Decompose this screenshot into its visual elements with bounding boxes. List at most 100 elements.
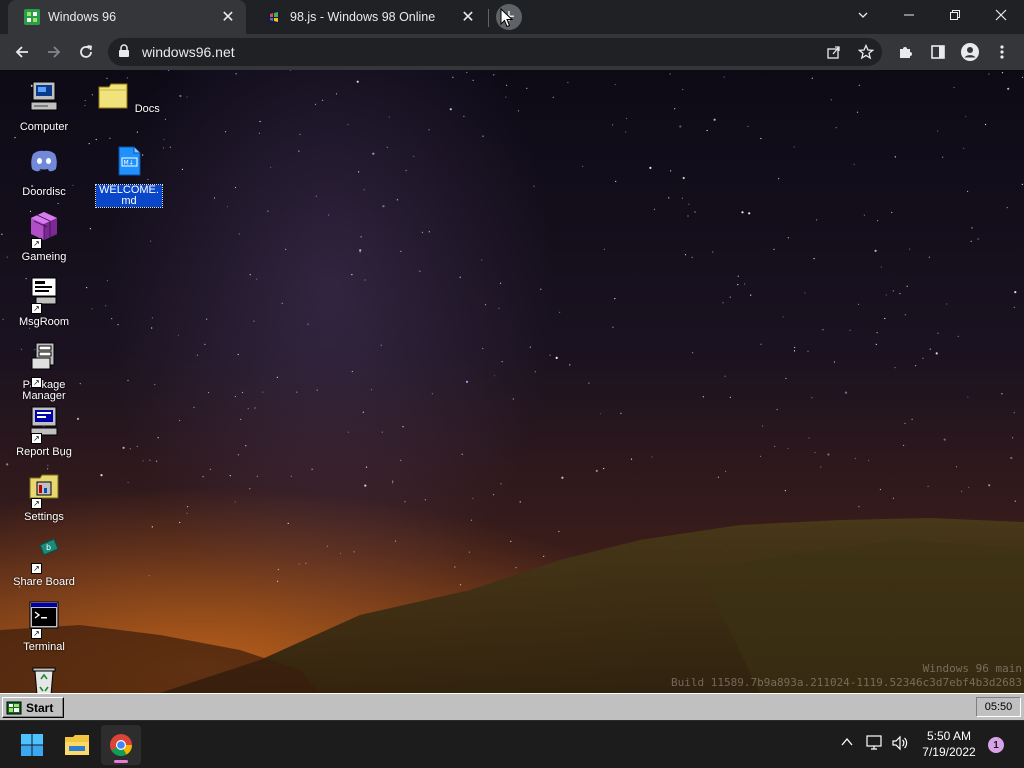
- shortcut-arrow-icon: ↗: [31, 498, 42, 509]
- tab-98js[interactable]: 98.js - Windows 98 Online ✕: [250, 0, 486, 34]
- desktop-icon-label: WELCOME.md: [95, 184, 163, 208]
- start-label: Start: [26, 700, 54, 715]
- star-icon: [858, 44, 874, 60]
- desktop-icon-welcome-md[interactable]: M↓ WELCOME.md: [94, 145, 164, 209]
- desktop-icon-label: MsgRoom: [18, 316, 70, 328]
- share-button[interactable]: [825, 43, 843, 61]
- file-explorer-button[interactable]: [57, 725, 97, 765]
- desktop-icon-report-bug[interactable]: ↗ Report Bug: [9, 405, 79, 460]
- restore-button[interactable]: [932, 0, 978, 30]
- chevron-down-icon: [858, 12, 868, 18]
- menu-button[interactable]: [988, 38, 1016, 66]
- active-app-indicator: [114, 760, 128, 763]
- desktop-icon-terminal[interactable]: ↗ Terminal: [9, 600, 79, 655]
- forward-button[interactable]: [40, 38, 68, 66]
- network-monitor-icon: [866, 735, 882, 750]
- desktop-icon-computer[interactable]: Computer: [9, 80, 79, 135]
- side-panel-icon: [931, 45, 945, 59]
- desktop-icon-label: Report Bug: [16, 446, 72, 458]
- back-button[interactable]: [8, 38, 36, 66]
- close-icon: [995, 9, 1007, 21]
- browser-toolbar: windows96.net: [0, 34, 1024, 70]
- windows-taskbar: 5:50 AM 7/19/2022 1: [0, 720, 1024, 768]
- win96-taskbar: Start 05:50: [0, 693, 1024, 720]
- profile-button[interactable]: [956, 38, 984, 66]
- tab-close-icon[interactable]: ✕: [220, 9, 236, 26]
- desktop-icon-label: Doordisc: [22, 186, 66, 198]
- 98js-favicon-icon: [267, 10, 281, 24]
- mouse-cursor-icon: [500, 8, 514, 28]
- desktop-icon-label: Settings: [24, 511, 64, 523]
- desktop-icon-doordisc[interactable]: Doordisc: [9, 145, 79, 200]
- start-button[interactable]: Start: [2, 697, 64, 718]
- minimize-icon: [904, 14, 914, 16]
- win96-desktop[interactable]: Computer Doordisc ↗ Gameing ↗ MsgRoom ↗: [0, 70, 1024, 693]
- tab-search-button[interactable]: [840, 0, 886, 30]
- share-icon: [827, 46, 840, 59]
- shortcut-arrow-icon: ↗: [31, 377, 42, 388]
- chevron-up-icon: [841, 737, 853, 746]
- svg-text:M↓: M↓: [124, 160, 134, 167]
- address-bar[interactable]: windows96.net: [108, 38, 882, 66]
- win96-clock[interactable]: 05:50: [976, 697, 1021, 717]
- arrow-left-icon: [15, 46, 28, 58]
- desktop-icon-package-manager[interactable]: ↗ Package Manager: [9, 340, 79, 404]
- windows-logo-icon: [21, 734, 43, 756]
- side-panel-button[interactable]: [924, 38, 952, 66]
- desktop-icon-label: Share Board: [13, 576, 75, 588]
- windows96-favicon-icon: [24, 9, 40, 25]
- desktop-icon-settings[interactable]: ↗ Settings: [9, 470, 79, 525]
- desktop-icon-label: Docs: [134, 103, 160, 115]
- tab-close-icon[interactable]: ✕: [460, 9, 476, 26]
- computer-icon: [30, 81, 58, 111]
- tab-title: 98.js - Windows 98 Online: [290, 10, 436, 24]
- url-text[interactable]: windows96.net: [142, 44, 235, 60]
- desktop-icon-label: Terminal: [23, 641, 65, 653]
- minimize-button[interactable]: [886, 0, 932, 30]
- arrow-right-icon: [48, 46, 61, 58]
- desktop-icon-gameing[interactable]: ↗ Gameing: [9, 210, 79, 265]
- recycle-bin-icon: [32, 667, 56, 693]
- chrome-icon: [110, 734, 132, 756]
- watermark-line-1: Windows 96 main: [922, 662, 1022, 675]
- clock-time: 5:50 AM: [926, 729, 972, 743]
- file-explorer-icon: [65, 735, 89, 755]
- shortcut-arrow-icon: ↗: [31, 238, 42, 249]
- folder-icon: [98, 83, 128, 109]
- tab-separator: [488, 9, 489, 27]
- restore-icon: [950, 10, 960, 20]
- system-clock[interactable]: 5:50 AM 7/19/2022: [914, 728, 984, 760]
- volume-button[interactable]: [891, 735, 909, 756]
- watermark-line-2: Build 11589.7b9a893a.211024-1119.52346c3…: [671, 676, 1022, 689]
- shortcut-arrow-icon: ↗: [31, 563, 42, 574]
- notification-badge[interactable]: 1: [988, 737, 1004, 753]
- puzzle-icon: [900, 47, 912, 58]
- shortcut-arrow-icon: ↗: [31, 433, 42, 444]
- desktop-icon-docs[interactable]: Docs: [94, 80, 164, 117]
- bookmark-button[interactable]: [857, 43, 875, 61]
- windows-start-button[interactable]: [12, 725, 52, 765]
- lock-icon[interactable]: [118, 44, 130, 58]
- clock-date: 7/19/2022: [922, 745, 976, 759]
- desktop-icon-share-board[interactable]: b ↗ Share Board: [9, 535, 79, 590]
- reload-icon: [80, 45, 93, 58]
- win96-logo-icon: [6, 701, 22, 714]
- desktop-icon-label: Package Manager: [22, 379, 66, 402]
- build-watermark: Windows 96 main Build 11589.7b9a893a.211…: [671, 662, 1022, 690]
- network-button[interactable]: [866, 735, 884, 756]
- desktop-icon-msgroom[interactable]: ↗ MsgRoom: [9, 275, 79, 330]
- chrome-taskbar-button[interactable]: [101, 725, 141, 765]
- shortcut-arrow-icon: ↗: [31, 628, 42, 639]
- volume-icon: [892, 735, 908, 751]
- extensions-button[interactable]: [892, 38, 920, 66]
- tab-windows96[interactable]: Windows 96 ✕: [8, 0, 246, 34]
- tab-title: Windows 96: [48, 10, 117, 24]
- desktop-icon-recycle-bin[interactable]: [9, 665, 79, 693]
- package-icon: [31, 342, 55, 370]
- show-hidden-icons-button[interactable]: [840, 735, 854, 754]
- reload-button[interactable]: [72, 38, 100, 66]
- markdown-file-icon: M↓: [118, 146, 141, 176]
- close-window-button[interactable]: [978, 0, 1024, 30]
- profile-avatar-icon: [961, 43, 979, 61]
- more-vert-icon: [1000, 45, 1004, 59]
